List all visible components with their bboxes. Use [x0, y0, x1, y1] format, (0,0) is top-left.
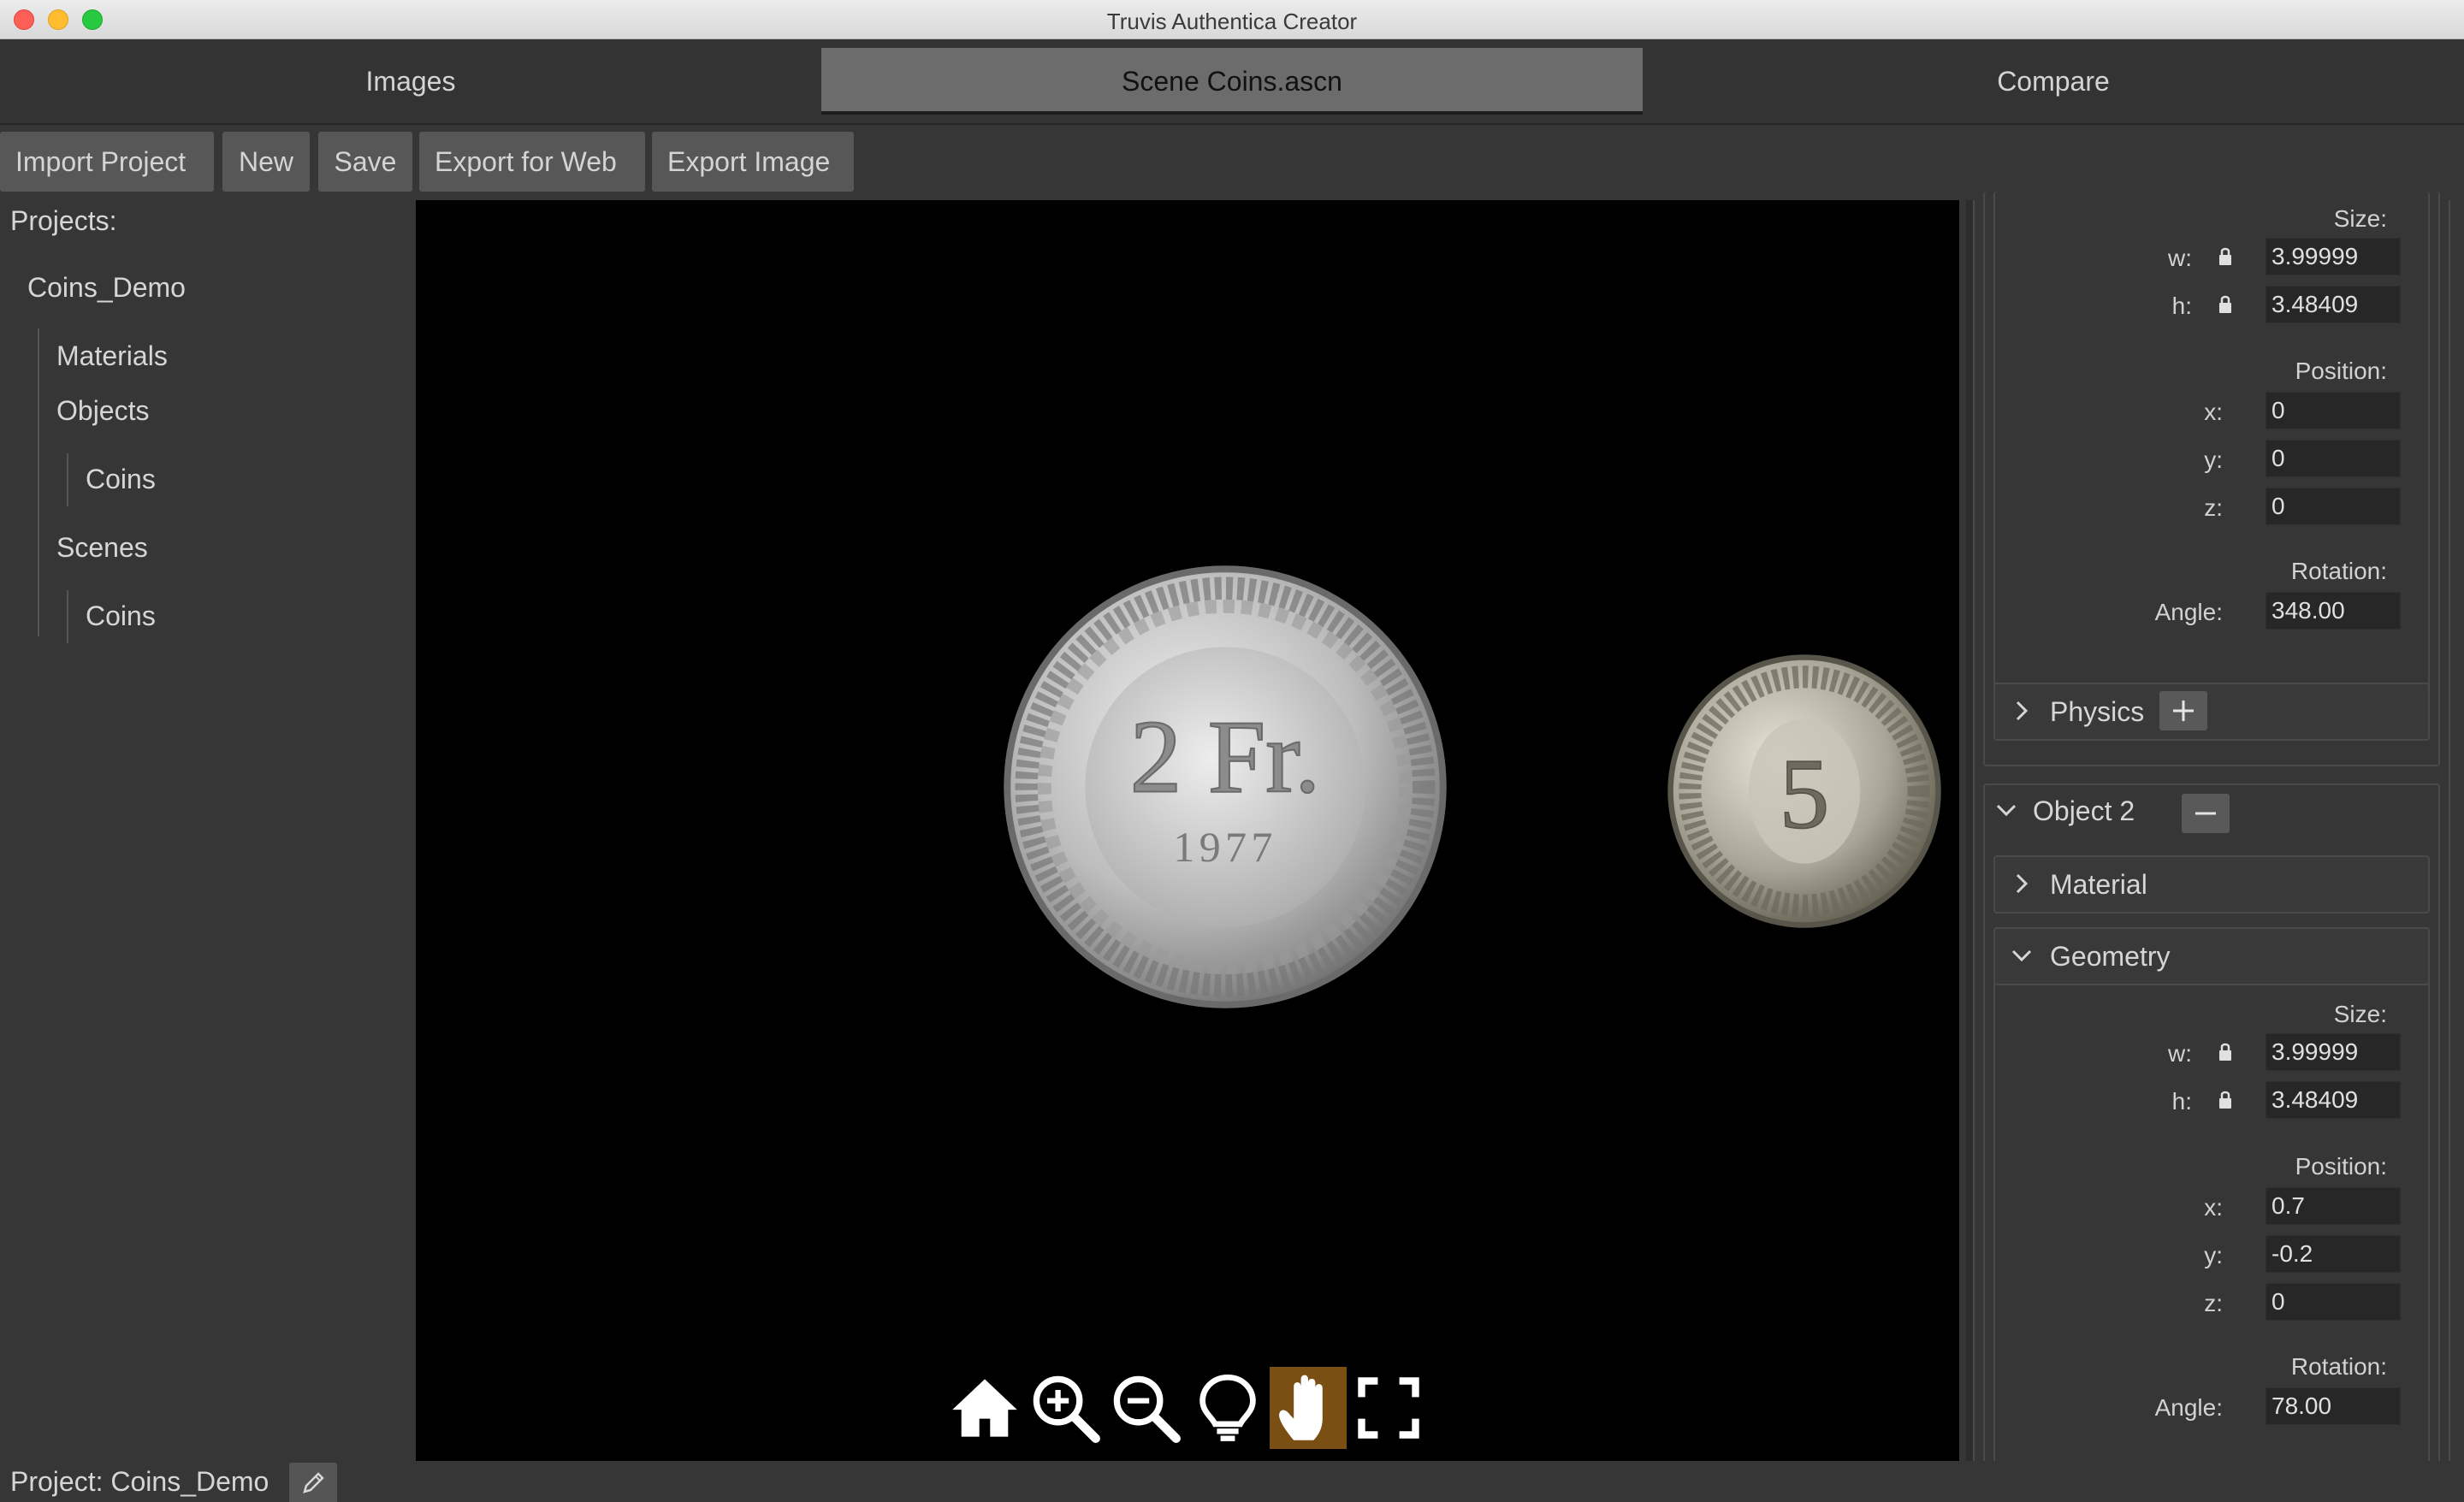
object-1-x-input[interactable]: 0 [2266, 392, 2401, 429]
fullscreen-tool[interactable] [1350, 1367, 1427, 1449]
coin-5-rappen[interactable]: 5 [1665, 652, 1944, 931]
angle-label: Angle: [2154, 599, 2223, 625]
tree-item-object-coins[interactable]: Coins [86, 464, 156, 495]
geometry-section-header[interactable]: Geometry [1993, 927, 2430, 985]
tree-item-scenes[interactable]: Scenes [56, 532, 148, 564]
x-label: x: [2204, 399, 2223, 425]
tree-item-materials[interactable]: Materials [56, 340, 168, 372]
pan-tool[interactable] [1270, 1367, 1347, 1449]
geometry-label: Geometry [2050, 941, 2171, 972]
lock-icon[interactable] [2218, 294, 2233, 315]
object-1-y-input[interactable]: 0 [2266, 440, 2401, 477]
object-2-height-input[interactable]: 3.48409 [2266, 1081, 2401, 1119]
x-label: x: [2204, 1194, 2223, 1221]
projects-sidebar: Projects: Coins_Demo Materials Objects C… [0, 200, 414, 1458]
export-image-button[interactable]: Export Image [652, 132, 854, 192]
height-label: h: [2171, 1088, 2192, 1115]
material-label: Material [2050, 869, 2147, 900]
object-1-height-input[interactable]: 3.48409 [2266, 286, 2401, 323]
minus-icon [2195, 812, 2216, 815]
zoom-out-icon [1113, 1375, 1181, 1443]
width-label: w: [2168, 1040, 2192, 1067]
object-2-z-input[interactable]: 0 [2266, 1283, 2401, 1321]
y-label: y: [2204, 1242, 2223, 1268]
new-button[interactable]: New [222, 132, 310, 192]
home-icon [952, 1379, 1017, 1437]
zoom-in-icon [1033, 1375, 1100, 1443]
status-project-name: Project: Coins_Demo [10, 1466, 270, 1497]
chevron-down-icon [2011, 949, 2032, 962]
coin-2-franc[interactable]: 2 Fr. 1977 [999, 561, 1451, 1013]
status-bar: Project: Coins_Demo [0, 1461, 2464, 1502]
y-label: y: [2204, 446, 2223, 473]
tree-item-scene-coins[interactable]: Coins [86, 600, 156, 632]
size-label: Size: [2333, 205, 2387, 232]
angle-label: Angle: [2154, 1394, 2223, 1421]
properties-scrollbar[interactable] [1966, 200, 1975, 1461]
plus-icon [2173, 701, 2194, 721]
fullscreen-icon [1358, 1377, 1419, 1439]
lock-icon[interactable] [2218, 1042, 2233, 1062]
tree-guide-line [67, 590, 68, 643]
object-2-width-input[interactable]: 3.99999 [2266, 1033, 2401, 1071]
object-1-angle-input[interactable]: 348.00 [2266, 592, 2401, 630]
height-label: h: [2171, 293, 2192, 319]
edit-project-button[interactable] [289, 1463, 337, 1502]
lock-icon[interactable] [2218, 1090, 2233, 1110]
window-title-bar: Truvis Authentica Creator [0, 0, 2464, 39]
tree-guide-line [38, 328, 39, 636]
tab-compare[interactable]: Compare [1643, 48, 2464, 115]
hand-pan-icon [1279, 1375, 1323, 1440]
physics-section-header[interactable]: Physics [1993, 683, 2430, 741]
lightbulb-icon [1199, 1374, 1256, 1441]
object-2-header[interactable]: Object 2 [1983, 784, 2440, 842]
chevron-down-icon [1996, 804, 2017, 817]
coin-big-year: 1977 [1173, 823, 1276, 871]
zoom-out-tool[interactable] [1107, 1367, 1184, 1449]
projects-heading: Projects: [10, 205, 117, 236]
coin-big-value: 2 Fr. [1130, 700, 1321, 814]
export-for-web-button[interactable]: Export for Web [419, 132, 645, 192]
toolbar: Import Project New Save Export for Web E… [0, 127, 2464, 198]
main-tab-bar: Images Scene Coins.ascn Compare [0, 39, 2464, 125]
object-2-y-input[interactable]: -0.2 [2266, 1235, 2401, 1273]
tab-scene-coins[interactable]: Scene Coins.ascn [821, 48, 1643, 115]
light-tool[interactable] [1189, 1367, 1266, 1449]
properties-panel: Size: w: 3.99999 h: 3.48409 Position: x:… [1959, 192, 2464, 1483]
home-tool[interactable] [946, 1367, 1023, 1449]
viewport-toolbar [946, 1367, 1425, 1449]
z-label: z: [2204, 494, 2223, 521]
rotation-label: Rotation: [2290, 1353, 2387, 1380]
position-label: Position: [2295, 358, 2387, 384]
object-2-title: Object 2 [2033, 795, 2135, 826]
window-title: Truvis Authentica Creator [1106, 9, 1358, 34]
add-physics-button[interactable] [2159, 691, 2207, 730]
scene-viewport[interactable]: 2 Fr. 1977 5 [416, 200, 1959, 1461]
lock-icon[interactable] [2218, 246, 2233, 267]
tree-guide-line [67, 453, 68, 506]
tab-images[interactable]: Images [0, 48, 821, 115]
position-label: Position: [2295, 1153, 2387, 1180]
zoom-in-tool[interactable] [1027, 1367, 1104, 1449]
chevron-right-icon [2016, 701, 2029, 721]
z-label: z: [2204, 1290, 2223, 1316]
tree-item-project[interactable]: Coins_Demo [27, 272, 186, 304]
rotation-label: Rotation: [2290, 558, 2387, 584]
object-1-width-input[interactable]: 3.99999 [2266, 238, 2401, 275]
chevron-right-icon [2016, 873, 2029, 894]
object-2-angle-input[interactable]: 78.00 [2266, 1387, 2401, 1425]
tree-item-objects[interactable]: Objects [56, 395, 149, 427]
material-section-header[interactable]: Material [1993, 855, 2430, 914]
import-project-button[interactable]: Import Project [0, 132, 214, 192]
pencil-icon [303, 1472, 324, 1493]
width-label: w: [2168, 245, 2192, 271]
object-2-x-input[interactable]: 0.7 [2266, 1187, 2401, 1225]
panel-divider [2449, 200, 2450, 1461]
remove-object-2-button[interactable] [2182, 794, 2230, 833]
physics-label: Physics [2050, 696, 2145, 727]
save-button[interactable]: Save [318, 132, 412, 192]
object-1-z-input[interactable]: 0 [2266, 488, 2401, 525]
coin-small-value: 5 [1780, 738, 1830, 849]
size-label: Size: [2333, 1001, 2387, 1027]
